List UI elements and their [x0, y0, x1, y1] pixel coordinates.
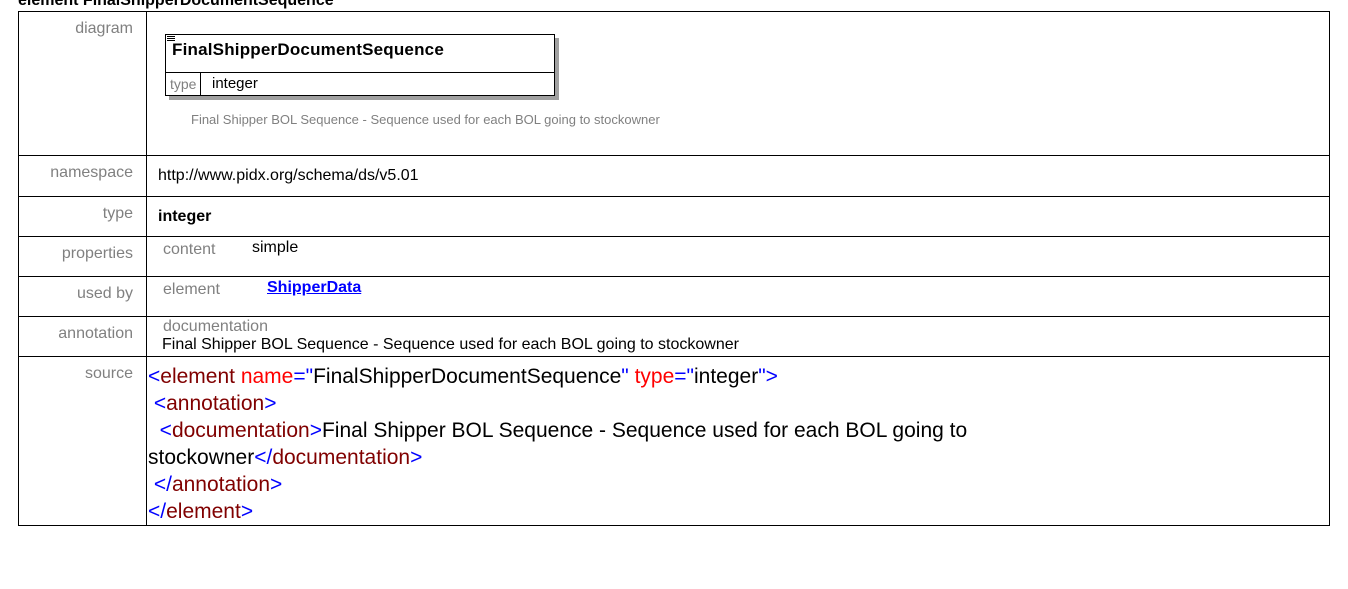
diagram-row: diagram FinalShipperDocumentSequence typ…	[18, 11, 1330, 156]
properties-key: content	[163, 241, 216, 258]
namespace-value: http://www.pidx.org/schema/ds/v5.01	[158, 167, 419, 184]
source-line-3: <documentation>Final Shipper BOL Sequenc…	[159, 419, 968, 442]
annotation-cell: documentation Final Shipper BOL Sequence…	[146, 316, 1330, 357]
element-box-type-value: integer	[212, 75, 258, 92]
diagram-caption: Final Shipper BOL Sequence - Sequence us…	[191, 112, 660, 127]
diagram-label: diagram	[18, 11, 147, 156]
source-line-6: </element>	[148, 500, 254, 523]
properties-value: simple	[252, 239, 299, 256]
source-line-5: </annotation>	[153, 473, 283, 496]
type-row: type integer	[18, 196, 1330, 237]
annotation-key: documentation	[163, 318, 268, 335]
used-by-label: used by	[18, 276, 147, 317]
source-cell: <element name="FinalShipperDocumentSeque…	[146, 356, 1330, 526]
properties-cell: content simple	[146, 236, 1330, 277]
source-line-4: stockowner</documentation>	[148, 446, 423, 469]
type-cell: integer	[146, 196, 1330, 237]
element-box-title: FinalShipperDocumentSequence	[172, 40, 444, 59]
source-line-1: <element name="FinalShipperDocumentSeque…	[148, 365, 778, 388]
source-label: source	[18, 356, 147, 526]
schema-diagram: FinalShipperDocumentSequence type intege…	[147, 12, 1329, 155]
shipperdata-link[interactable]: ShipperData	[267, 279, 361, 297]
properties-row: properties content simple	[18, 236, 1330, 277]
annotation-value: Final Shipper BOL Sequence - Sequence us…	[162, 336, 739, 353]
element-box-type-label: type	[166, 73, 202, 95]
annotation-row: annotation documentation Final Shipper B…	[18, 316, 1330, 357]
source-line-2: <annotation>	[153, 392, 277, 415]
used-by-key: element	[163, 281, 220, 298]
type-label: type	[18, 196, 147, 237]
annotation-label: annotation	[18, 316, 147, 357]
namespace-cell: http://www.pidx.org/schema/ds/v5.01	[146, 155, 1330, 197]
type-value: integer	[158, 208, 212, 225]
element-box-type-row: type integer	[166, 72, 554, 95]
page-title: element FinalShipperDocumentSequence	[18, 0, 334, 9]
source-row: source <element name="FinalShipperDocume…	[18, 356, 1330, 526]
element-doc-table: diagram FinalShipperDocumentSequence typ…	[18, 11, 1330, 526]
properties-label: properties	[18, 236, 147, 277]
used-by-cell: element ShipperData	[146, 276, 1330, 317]
used-by-row: used by element ShipperData	[18, 276, 1330, 317]
source-code: <element name="FinalShipperDocumentSeque…	[147, 357, 1329, 525]
namespace-row: namespace http://www.pidx.org/schema/ds/…	[18, 155, 1330, 197]
diagram-cell: FinalShipperDocumentSequence type intege…	[146, 11, 1330, 156]
namespace-label: namespace	[18, 155, 147, 197]
element-box[interactable]: FinalShipperDocumentSequence type intege…	[165, 34, 555, 96]
